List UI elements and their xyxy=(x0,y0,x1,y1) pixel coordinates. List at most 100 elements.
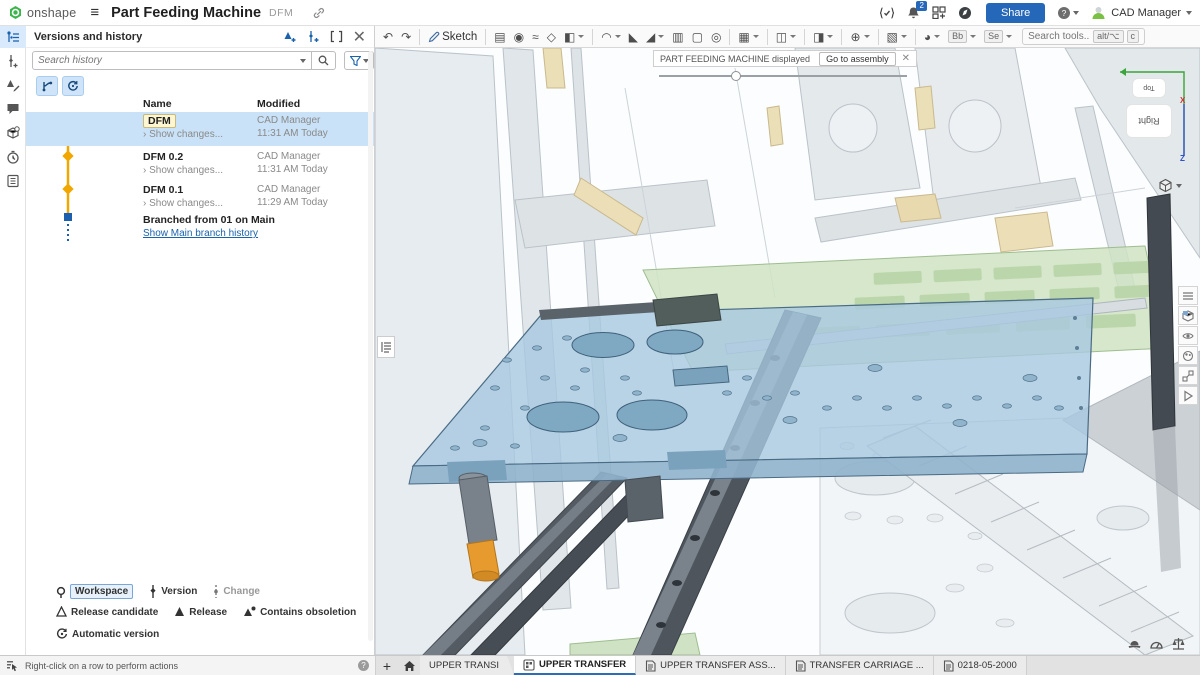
performance-gauge-icon[interactable] xyxy=(1149,637,1164,655)
slider-handle[interactable] xyxy=(731,71,741,81)
undo-button[interactable]: ↶ xyxy=(379,28,397,46)
history-position-slider[interactable] xyxy=(659,75,907,77)
draft-tool-button[interactable]: ◢ xyxy=(642,28,668,46)
versions-history-panel-button[interactable] xyxy=(0,26,26,48)
view-cube-right-face[interactable]: Right xyxy=(1126,104,1172,138)
show-changes-link[interactable]: › Show changes... xyxy=(143,129,223,140)
sheet-metal-tool-button[interactable]: ▧ xyxy=(883,28,911,46)
properties-panel-button[interactable] xyxy=(0,170,26,192)
shortcut-chip-alt: alt/⌥ xyxy=(1093,30,1123,43)
release-management-panel-button[interactable] xyxy=(0,74,26,96)
search-tools-input[interactable] xyxy=(1028,31,1090,42)
shell-tool-button[interactable]: ▢ xyxy=(688,28,707,46)
tab-upper-transfer[interactable]: UPPER TRANSFER xyxy=(514,656,636,675)
pattern-tool-button[interactable]: ▦ xyxy=(734,28,762,46)
magnifier-icon xyxy=(318,55,329,66)
tab-transfer-carriage[interactable]: TRANSFER CARRIAGE ... xyxy=(786,656,934,675)
go-to-assembly-button[interactable]: Go to assembly xyxy=(819,52,896,66)
compare-button[interactable] xyxy=(330,30,343,43)
onshape-logo[interactable]: onshape xyxy=(8,5,76,20)
new-tab-button[interactable]: + xyxy=(376,656,398,675)
status-help-icon[interactable]: ? xyxy=(358,660,369,671)
help-menu[interactable]: ? xyxy=(1057,6,1079,20)
explode-tool-button[interactable] xyxy=(1178,366,1198,385)
measure-scales-icon[interactable] xyxy=(1171,637,1186,655)
where-used-icon xyxy=(6,126,20,140)
rib-tool-button[interactable]: ▥ xyxy=(668,28,687,46)
tab-upper-transfer-ass[interactable]: UPPER TRANSFER ASS... xyxy=(636,656,785,675)
where-used-panel-button[interactable] xyxy=(0,122,26,144)
tab-label: UPPER TRANSI xyxy=(429,660,499,671)
create-version-button[interactable] xyxy=(283,30,297,43)
extrude-tool-button[interactable]: ▤ xyxy=(490,28,509,46)
mirror-tool-button[interactable]: ◫ xyxy=(772,28,800,46)
legend-workspace[interactable]: Workspace xyxy=(56,584,133,599)
split-tool-button[interactable]: ◨ xyxy=(809,28,837,46)
search-submit-button[interactable] xyxy=(312,51,336,70)
show-main-branch-link[interactable]: Show Main branch history xyxy=(143,228,258,239)
app-store-icon[interactable] xyxy=(932,6,946,19)
legend-automatic-version-label: Automatic version xyxy=(72,629,159,640)
isolate-tool-button[interactable] xyxy=(1178,286,1198,305)
close-panel-button[interactable]: ✕ xyxy=(353,27,366,47)
revolve-tool-button[interactable]: ◉ xyxy=(510,28,528,46)
version-row[interactable]: DFM 0.1 › Show changes... CAD Manager 11… xyxy=(26,181,374,214)
boolean-tool-button[interactable]: ◧ xyxy=(560,28,588,46)
sweep-tool-button[interactable]: ≈ xyxy=(528,28,543,46)
rail-carriage-block[interactable] xyxy=(625,476,663,522)
versions-panel: Versions and history ✕ xyxy=(26,26,375,655)
version-row-workspace[interactable]: DFM › Show changes... CAD Manager 11:31 … xyxy=(26,112,374,146)
share-button[interactable]: Share xyxy=(986,3,1045,23)
show-changes-link[interactable]: › Show changes... xyxy=(143,198,223,209)
loft-tool-button[interactable]: ◇ xyxy=(543,28,560,46)
show-branches-toggle[interactable] xyxy=(36,76,58,96)
hide-show-button[interactable] xyxy=(1178,326,1198,345)
cad-3d-scene[interactable] xyxy=(375,48,1200,655)
history-search-input[interactable] xyxy=(38,55,300,66)
tab-upper-transi[interactable]: UPPER TRANSI xyxy=(420,656,514,675)
show-changes-link[interactable]: › Show changes... xyxy=(143,165,223,176)
featurescript-notifications-icon[interactable] xyxy=(879,7,895,19)
user-menu[interactable]: CAD Manager xyxy=(1091,5,1192,20)
view-cube-top-face[interactable]: Top xyxy=(1132,78,1166,98)
view-options-dropdown[interactable] xyxy=(1158,178,1182,193)
history-panel-button[interactable] xyxy=(0,146,26,168)
help-caret-icon xyxy=(1073,11,1079,15)
learning-center-icon[interactable] xyxy=(958,6,972,20)
show-automatic-versions-toggle[interactable] xyxy=(62,76,84,96)
search-tools-box[interactable]: alt/⌥ c xyxy=(1022,28,1145,45)
sketch-button[interactable]: Sketch xyxy=(424,28,481,46)
animate-tool-button[interactable] xyxy=(1178,386,1198,405)
view-cube[interactable]: Top Right X Z xyxy=(1108,56,1200,176)
appearance-mode-icon[interactable] xyxy=(1127,637,1142,655)
release-candidate-icon xyxy=(56,606,67,618)
legend-release: Release xyxy=(174,606,227,618)
fillet-tool-button[interactable]: ◠ xyxy=(597,28,624,46)
help-icon: ? xyxy=(1057,6,1071,20)
appearance-tool-button[interactable] xyxy=(1178,346,1198,365)
transform-tool-button[interactable]: ⊕ xyxy=(846,28,873,46)
history-filter-toggles xyxy=(36,76,84,96)
create-branch-button[interactable] xyxy=(307,30,320,43)
chamfer-tool-button[interactable]: ◣ xyxy=(625,28,642,46)
create-version-panel-button[interactable] xyxy=(0,50,26,72)
contains-obsoletion-icon xyxy=(243,606,256,618)
custom-feature-se-button[interactable]: Se xyxy=(980,29,1016,44)
main-menu-icon[interactable]: ≡ xyxy=(90,4,99,21)
notifications-bell-icon[interactable]: 2 xyxy=(907,6,920,20)
feature-list-toggle-button[interactable] xyxy=(377,336,395,358)
redo-button[interactable]: ↷ xyxy=(397,28,415,46)
version-row[interactable]: DFM 0.2 › Show changes... CAD Manager 11… xyxy=(26,148,374,181)
close-notification-icon[interactable]: ✕ xyxy=(902,53,910,64)
comments-panel-button[interactable] xyxy=(0,98,26,120)
history-search-box[interactable] xyxy=(32,51,312,70)
home-tab-button[interactable] xyxy=(398,656,420,675)
surface-tool-button[interactable]: ◕ xyxy=(920,28,944,46)
custom-feature-bb-button[interactable]: Bb xyxy=(944,29,980,44)
branch-point-node[interactable] xyxy=(64,213,72,221)
panel-scrollbar[interactable] xyxy=(368,51,373,641)
hole-tool-button[interactable]: ◎ xyxy=(707,28,725,46)
section-view-button[interactable] xyxy=(1178,306,1198,325)
tab-0218-05-2000[interactable]: 0218-05-2000 xyxy=(934,656,1027,675)
document-link-icon[interactable] xyxy=(313,7,325,19)
